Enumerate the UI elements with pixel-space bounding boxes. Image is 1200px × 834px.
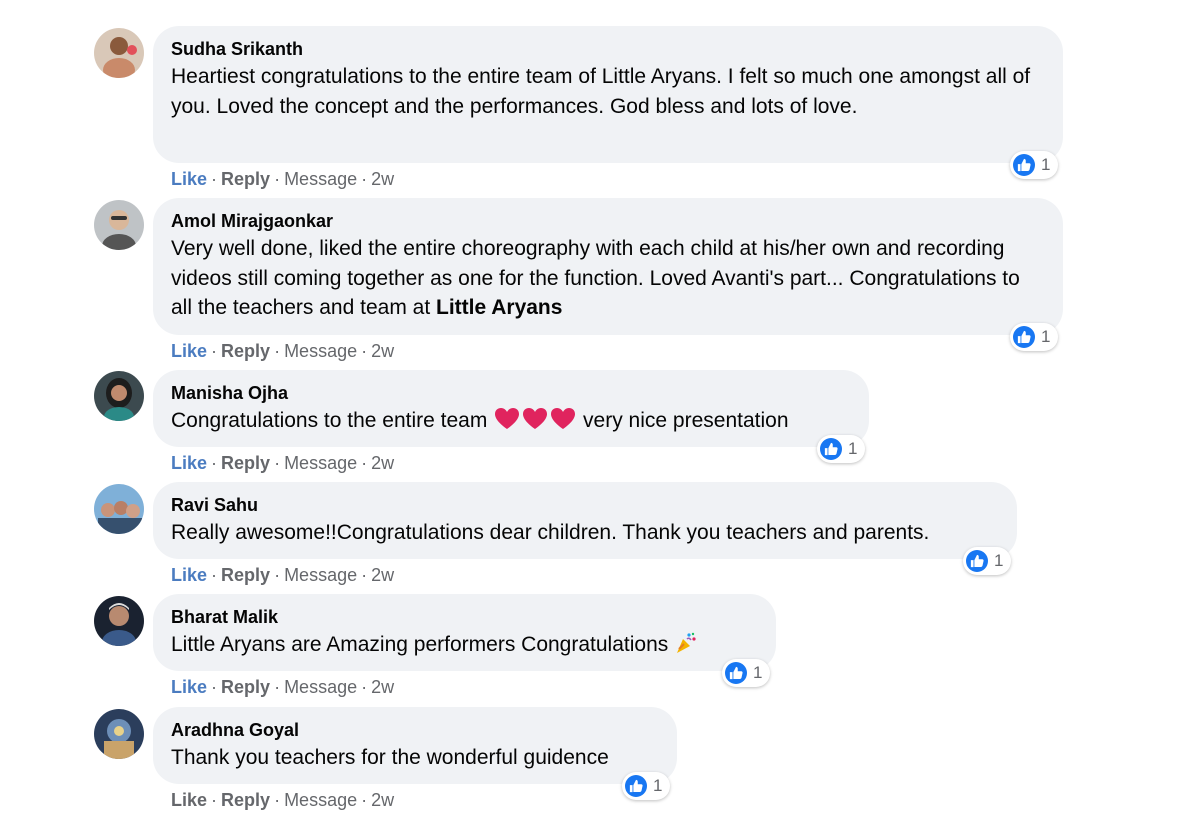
comment-text: Congratulations to the entire team very … — [171, 406, 851, 440]
comment-actions: Like · Reply · Message · 2w — [171, 168, 394, 190]
like-button[interactable]: Like — [171, 790, 207, 810]
reply-button[interactable]: Reply — [221, 790, 270, 810]
separator: · — [274, 677, 281, 697]
reaction-badge[interactable]: 1 — [1010, 323, 1059, 351]
comment-actions: Like · Reply · Message · 2w — [171, 676, 394, 698]
reaction-count: 1 — [848, 439, 858, 458]
avatar[interactable] — [94, 28, 144, 78]
comment-actions: Like · Reply · Message · 2w — [171, 789, 394, 811]
message-button[interactable]: Message — [284, 677, 357, 697]
reply-button[interactable]: Reply — [221, 677, 270, 697]
party-popper-icon — [674, 631, 698, 664]
reaction-count: 1 — [1041, 155, 1051, 174]
timestamp[interactable]: 2w — [371, 790, 394, 810]
reaction-count: 1 — [753, 663, 763, 682]
separator: · — [361, 790, 368, 810]
avatar[interactable] — [94, 484, 144, 534]
like-button[interactable]: Like — [171, 453, 207, 473]
like-button[interactable]: Like — [171, 169, 207, 189]
avatar[interactable] — [94, 371, 144, 421]
separator: · — [274, 790, 281, 810]
comment-author[interactable]: Bharat Malik — [171, 606, 758, 628]
reaction-count: 1 — [994, 551, 1004, 570]
reaction-badge[interactable]: 1 — [722, 659, 771, 687]
message-button[interactable]: Message — [284, 790, 357, 810]
separator: · — [211, 169, 218, 189]
reaction-badge[interactable]: 1 — [622, 772, 671, 800]
like-icon — [725, 662, 747, 684]
message-button[interactable]: Message — [284, 169, 357, 189]
comment-author[interactable]: Sudha Srikanth — [171, 38, 1045, 60]
reaction-count: 1 — [1041, 327, 1051, 346]
reaction-badge[interactable]: 1 — [963, 547, 1012, 575]
comment-text-tail: very nice presentation — [583, 409, 789, 432]
avatar[interactable] — [94, 200, 144, 250]
reply-button[interactable]: Reply — [221, 565, 270, 585]
like-icon — [625, 775, 647, 797]
avatar[interactable] — [94, 596, 144, 646]
separator: · — [274, 453, 281, 473]
timestamp[interactable]: 2w — [371, 565, 394, 585]
comment-actions: Like · Reply · Message · 2w — [171, 564, 394, 586]
like-button[interactable]: Like — [171, 677, 207, 697]
comment-author[interactable]: Amol Mirajgaonkar — [171, 210, 1045, 232]
comment-author[interactable]: Manisha Ojha — [171, 382, 851, 404]
timestamp[interactable]: 2w — [371, 677, 394, 697]
comment-text: Really awesome!!Congratulations dear chi… — [171, 521, 930, 544]
like-button[interactable]: Like — [171, 565, 207, 585]
separator: · — [211, 677, 218, 697]
comment-bubble: Amol Mirajgaonkar Very well done, liked … — [153, 198, 1063, 335]
comment-bubble: Manisha Ojha Congratulations to the enti… — [153, 370, 869, 447]
timestamp[interactable]: 2w — [371, 453, 394, 473]
message-button[interactable]: Message — [284, 453, 357, 473]
like-icon — [1013, 154, 1035, 176]
comment-actions: Like · Reply · Message · 2w — [171, 452, 394, 474]
reply-button[interactable]: Reply — [221, 169, 270, 189]
separator: · — [274, 341, 281, 361]
comment-text-body: Congratulations to the entire team — [171, 409, 488, 432]
comment-author[interactable]: Ravi Sahu — [171, 494, 999, 516]
reaction-count: 1 — [653, 776, 663, 795]
separator: · — [361, 677, 368, 697]
comment-text: Heartiest congratulations to the entire … — [171, 65, 1031, 118]
comment-text: Very well done, liked the entire choreog… — [171, 234, 1045, 323]
separator: · — [274, 169, 281, 189]
reply-button[interactable]: Reply — [221, 453, 270, 473]
avatar[interactable] — [94, 709, 144, 759]
comment-text-body: Little Aryans are Amazing performers Con… — [171, 633, 669, 656]
comment-bubble: Ravi Sahu Really awesome!!Congratulation… — [153, 482, 1017, 559]
timestamp[interactable]: 2w — [371, 169, 394, 189]
reaction-badge[interactable]: 1 — [1010, 151, 1059, 179]
separator: · — [361, 169, 368, 189]
reply-button[interactable]: Reply — [221, 341, 270, 361]
reaction-badge[interactable]: 1 — [817, 435, 866, 463]
like-icon — [966, 550, 988, 572]
like-icon — [820, 438, 842, 460]
heart-icons — [493, 407, 577, 440]
separator: · — [361, 565, 368, 585]
message-button[interactable]: Message — [284, 341, 357, 361]
comment-author[interactable]: Aradhna Goyal — [171, 719, 659, 741]
like-button[interactable]: Like — [171, 341, 207, 361]
separator: · — [361, 453, 368, 473]
separator: · — [211, 341, 218, 361]
separator: · — [211, 565, 218, 585]
separator: · — [211, 790, 218, 810]
timestamp[interactable]: 2w — [371, 341, 394, 361]
comment-text: Little Aryans are Amazing performers Con… — [171, 630, 758, 664]
separator: · — [211, 453, 218, 473]
comment-bubble: Aradhna Goyal Thank you teachers for the… — [153, 707, 677, 784]
comment-bubble: Sudha Srikanth Heartiest congratulations… — [153, 26, 1063, 163]
comment-text: Thank you teachers for the wonderful gui… — [171, 746, 609, 769]
comment-text-body: Very well done, liked the entire choreog… — [171, 237, 1020, 319]
separator: · — [274, 565, 281, 585]
like-icon — [1013, 326, 1035, 348]
separator: · — [361, 341, 368, 361]
comment-bubble: Bharat Malik Little Aryans are Amazing p… — [153, 594, 776, 671]
comment-actions: Like · Reply · Message · 2w — [171, 340, 394, 362]
tagged-page-link[interactable]: Little Aryans — [436, 296, 562, 319]
message-button[interactable]: Message — [284, 565, 357, 585]
